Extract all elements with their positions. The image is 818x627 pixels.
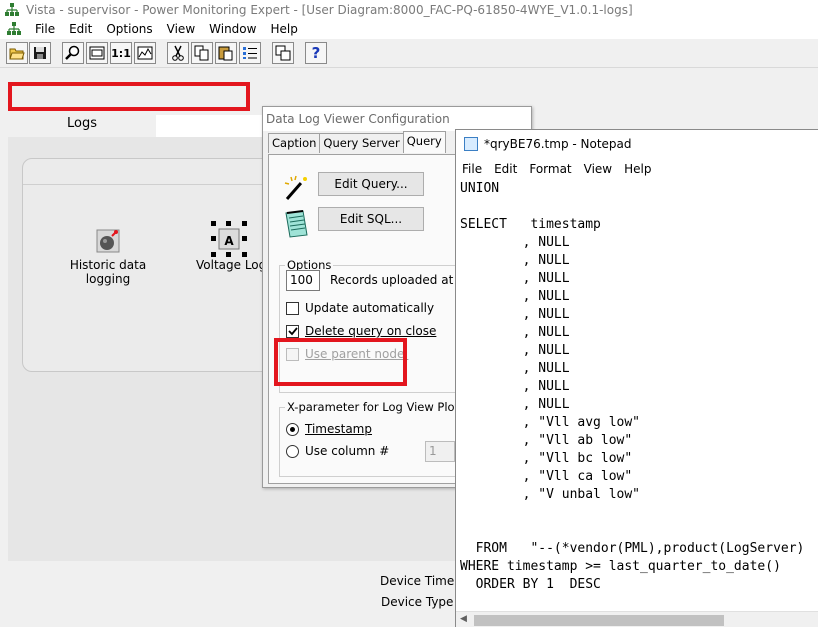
tab-query-server[interactable]: Query Server bbox=[319, 133, 404, 153]
highlight-rectangle-top bbox=[8, 82, 250, 111]
editor-line: , NULL bbox=[460, 379, 570, 394]
tab-caption[interactable]: Caption bbox=[268, 133, 321, 153]
tab-logs[interactable]: Logs bbox=[8, 115, 156, 137]
notepad-app-icon bbox=[464, 137, 478, 151]
title-bar: Vista - supervisor - Power Monitoring Ex… bbox=[0, 0, 818, 19]
dialog-tabs: Caption Query Server Query bbox=[268, 131, 446, 153]
editor-line: SELECT timestamp bbox=[460, 217, 601, 232]
editor-line: FROM "--(*vendor(PML),product(LogServer) bbox=[460, 541, 805, 556]
edit-sql-button[interactable]: Edit SQL... bbox=[318, 207, 424, 231]
voltage-log-icon[interactable]: A bbox=[211, 221, 247, 257]
delete-query-checkbox[interactable]: Delete query on close bbox=[286, 324, 436, 338]
actual-size-icon[interactable]: 1:1 bbox=[110, 42, 132, 64]
notepad-title-bar: *qryBE76.tmp - Notepad bbox=[456, 130, 818, 158]
fit-icon[interactable] bbox=[86, 42, 108, 64]
notepad-menu-view[interactable]: View bbox=[578, 162, 618, 176]
scrollbar-thumb[interactable] bbox=[474, 615, 724, 626]
editor-line: , NULL bbox=[460, 397, 570, 412]
sql-notepad-icon bbox=[283, 209, 309, 242]
timestamp-radio-label: Timestamp bbox=[305, 422, 372, 436]
editor-line: , NULL bbox=[460, 361, 570, 376]
use-column-radio[interactable]: Use column # bbox=[286, 444, 389, 458]
open-icon[interactable] bbox=[6, 42, 28, 64]
tab-query[interactable]: Query bbox=[402, 131, 446, 153]
toolbar: 1:1 ? bbox=[0, 39, 818, 68]
chart-icon[interactable] bbox=[134, 42, 156, 64]
svg-text:A: A bbox=[224, 234, 234, 248]
update-automatically-label: Update automatically bbox=[305, 301, 435, 315]
menu-file[interactable]: File bbox=[28, 22, 62, 36]
log-device-icon[interactable] bbox=[95, 228, 121, 254]
editor-line: , NULL bbox=[460, 307, 570, 322]
grid-icon[interactable] bbox=[272, 42, 294, 64]
delete-query-box[interactable] bbox=[286, 324, 299, 338]
menu-options[interactable]: Options bbox=[99, 22, 159, 36]
notepad-menu-format[interactable]: Format bbox=[523, 162, 577, 176]
editor-line: ORDER BY 1 DESC bbox=[460, 577, 601, 592]
edit-query-button[interactable]: Edit Query... bbox=[318, 172, 424, 196]
notepad-menu-help[interactable]: Help bbox=[618, 162, 657, 176]
zoom-icon[interactable] bbox=[62, 42, 84, 64]
editor-line: , NULL bbox=[460, 235, 570, 250]
editor-line: , NULL bbox=[460, 253, 570, 268]
timestamp-radio[interactable]: Timestamp bbox=[286, 422, 372, 436]
editor-line: , "Vll avg low" bbox=[460, 415, 641, 430]
paste-icon[interactable] bbox=[215, 42, 237, 64]
cut-icon[interactable] bbox=[167, 42, 189, 64]
records-input[interactable]: 100 bbox=[286, 270, 320, 291]
device-type-label: Device Type bbox=[381, 595, 454, 609]
editor-line: , NULL bbox=[460, 271, 570, 286]
editor-line: , NULL bbox=[460, 289, 570, 304]
save-icon[interactable] bbox=[29, 42, 51, 64]
editor-line: , NULL bbox=[460, 343, 570, 358]
menu-view[interactable]: View bbox=[160, 22, 202, 36]
copy-icon[interactable] bbox=[191, 42, 213, 64]
horizontal-scrollbar[interactable]: ◀ bbox=[456, 611, 818, 627]
notepad-menu-bar: File Edit Format View Help bbox=[456, 158, 818, 180]
notepad-window: *qryBE76.tmp - Notepad File Edit Format … bbox=[455, 129, 818, 627]
editor-line: , "Vll ca low" bbox=[460, 469, 633, 484]
help-icon[interactable]: ? bbox=[305, 42, 327, 64]
highlight-rectangle-use-parent bbox=[274, 338, 407, 386]
checkmark-icon bbox=[287, 327, 298, 336]
diagram-window-icon[interactable] bbox=[6, 21, 22, 37]
magic-wand-icon bbox=[283, 175, 311, 204]
window-title: Vista - supervisor - Power Monitoring Ex… bbox=[26, 2, 633, 17]
vista-app-icon bbox=[4, 2, 20, 18]
editor-line: , "V unbal low" bbox=[460, 487, 641, 502]
scroll-left-icon[interactable]: ◀ bbox=[460, 614, 467, 624]
menu-bar: File Edit Options View Window Help bbox=[0, 19, 818, 39]
group-divider bbox=[23, 184, 271, 185]
notepad-title: *qryBE76.tmp - Notepad bbox=[484, 137, 632, 151]
update-automatically-box[interactable] bbox=[286, 301, 299, 315]
device-time-label: Device Time bbox=[380, 574, 455, 588]
timestamp-radio-dot[interactable] bbox=[286, 422, 299, 436]
use-column-radio-label: Use column # bbox=[305, 444, 390, 458]
properties-icon[interactable] bbox=[239, 42, 261, 64]
column-number-input[interactable]: 1 bbox=[425, 441, 455, 462]
delete-query-label: Delete query on close bbox=[305, 324, 437, 338]
update-automatically-checkbox[interactable]: Update automatically bbox=[286, 301, 434, 315]
editor-line: , NULL bbox=[460, 325, 570, 340]
notepad-menu-file[interactable]: File bbox=[456, 162, 488, 176]
menu-help[interactable]: Help bbox=[263, 22, 304, 36]
node-label-voltage: Voltage Log bbox=[196, 258, 262, 272]
editor-line: , "Vll ab low" bbox=[460, 433, 633, 448]
x-parameter-group-label: X-parameter for Log View Plotter bbox=[285, 400, 478, 414]
editor-line: UNION bbox=[460, 181, 500, 196]
menu-edit[interactable]: Edit bbox=[62, 22, 99, 36]
menu-window[interactable]: Window bbox=[202, 22, 263, 36]
use-column-radio-dot[interactable] bbox=[286, 444, 299, 458]
dialog-title: Data Log Viewer Configuration bbox=[263, 107, 531, 131]
editor-line: WHERE timestamp >= last_quarter_to_date(… bbox=[460, 559, 781, 574]
node-label-historic: Historic data logging bbox=[69, 258, 147, 286]
tab-strip bbox=[156, 115, 266, 137]
editor-line: , "Vll bc low" bbox=[460, 451, 633, 466]
notepad-menu-edit[interactable]: Edit bbox=[488, 162, 523, 176]
notepad-editor[interactable]: UNION SELECT timestamp , NULL , NULL , N… bbox=[456, 180, 818, 610]
